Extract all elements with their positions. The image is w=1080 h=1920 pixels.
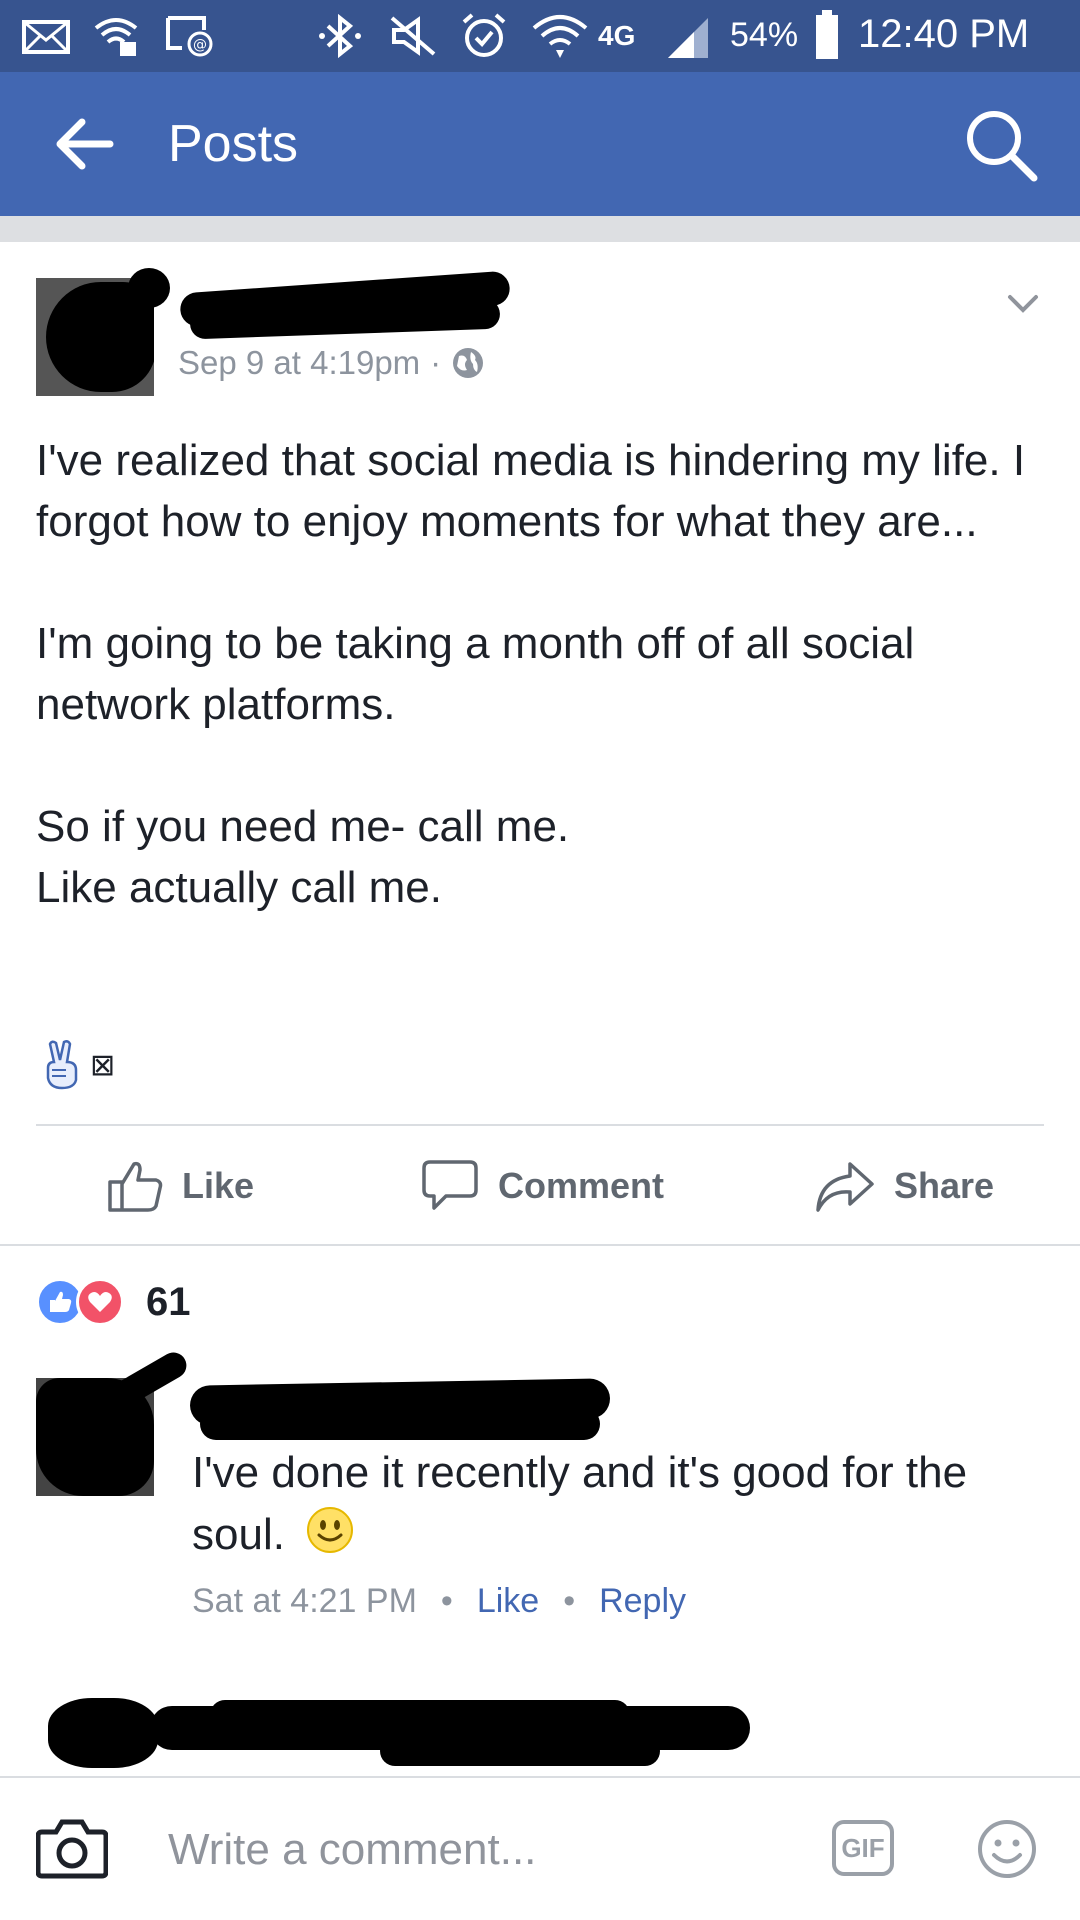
- chevron-down-icon[interactable]: [1000, 280, 1046, 326]
- svg-text:@: @: [193, 37, 207, 53]
- post-timestamp[interactable]: Sep 9 at 4:19pm: [178, 344, 420, 382]
- page-title: Posts: [168, 115, 299, 173]
- post-paragraph: I'm going to be taking a month off of al…: [36, 619, 915, 729]
- battery-percent: 54%: [730, 16, 799, 54]
- post-text: I've realized that social media is hinde…: [36, 430, 1046, 918]
- alarm-icon: [462, 13, 506, 57]
- meta-separator: ·: [430, 344, 442, 381]
- post-paragraph: So if you need me- call me.: [36, 802, 570, 851]
- comment-reply-link[interactable]: Reply: [599, 1582, 686, 1621]
- network-type: 4G: [598, 20, 636, 51]
- comment-composer: GIF: [0, 1776, 1080, 1920]
- screen-mirror-icon: @: [166, 16, 213, 57]
- back-arrow-icon[interactable]: [52, 116, 116, 172]
- section-divider: [0, 216, 1080, 242]
- camera-icon[interactable]: [36, 1816, 108, 1880]
- mail-icon: [22, 20, 70, 54]
- share-button[interactable]: Share: [814, 1156, 994, 1216]
- battery-icon: [816, 10, 838, 59]
- status-bar: @ 4G 54% 12:40 PM: [0, 0, 1080, 72]
- like-button[interactable]: Like: [106, 1156, 254, 1216]
- actions-divider: [0, 1244, 1080, 1246]
- post-emoji-line: ⊠: [42, 1040, 115, 1090]
- app-header: Posts: [0, 72, 1080, 216]
- gif-button[interactable]: GIF: [832, 1820, 894, 1876]
- comment-bubble-icon: [422, 1160, 478, 1210]
- globe-icon: [453, 348, 484, 378]
- bluetooth-icon: [319, 14, 361, 58]
- post-action-bar: Like Comment Share: [0, 1126, 1080, 1244]
- search-icon[interactable]: [958, 102, 1042, 186]
- comment-input[interactable]: [168, 1814, 808, 1886]
- like-label: Like: [182, 1165, 255, 1206]
- wifi-call-icon: [94, 18, 138, 56]
- post-header: Sep 9 at 4:19pm ·: [0, 242, 1080, 412]
- post-paragraph: Like actually call me.: [36, 863, 442, 912]
- comment-label: Comment: [498, 1165, 665, 1206]
- comment-timestamp[interactable]: Sat at 4:21 PM: [192, 1582, 417, 1621]
- clock: 12:40 PM: [858, 12, 1030, 56]
- wifi-icon: [532, 15, 588, 58]
- meta-dot: •: [563, 1582, 576, 1620]
- share-arrow-icon: [816, 1162, 874, 1212]
- post-paragraph: I've realized that social media is hinde…: [36, 436, 1026, 546]
- emoji-picker-icon[interactable]: [976, 1818, 1038, 1880]
- comment-meta: Sat at 4:21 PM • Like • Reply: [192, 1582, 686, 1621]
- missing-glyph-box: ⊠: [90, 1047, 116, 1083]
- reaction-count: 61: [146, 1279, 191, 1324]
- comment-button[interactable]: Comment: [420, 1156, 664, 1216]
- share-label: Share: [894, 1165, 995, 1206]
- thumbs-up-icon: [108, 1161, 163, 1212]
- comment-item-partial: [0, 1680, 1080, 1776]
- signal-icon: [668, 18, 708, 58]
- comment-text: I've done it recently and it's good for …: [192, 1442, 1052, 1566]
- post-meta: Sep 9 at 4:19pm ·: [178, 344, 485, 382]
- love-reaction-icon: [76, 1278, 124, 1326]
- comment-like-link[interactable]: Like: [477, 1582, 539, 1621]
- smiley-emoji-icon: [307, 1507, 354, 1553]
- comment-item: I've done it recently and it's good for …: [0, 1347, 1080, 1640]
- reactions-summary[interactable]: 61: [36, 1278, 191, 1326]
- meta-dot: •: [440, 1582, 453, 1620]
- mute-icon: [390, 16, 436, 56]
- victory-hand-icon: [46, 1040, 78, 1090]
